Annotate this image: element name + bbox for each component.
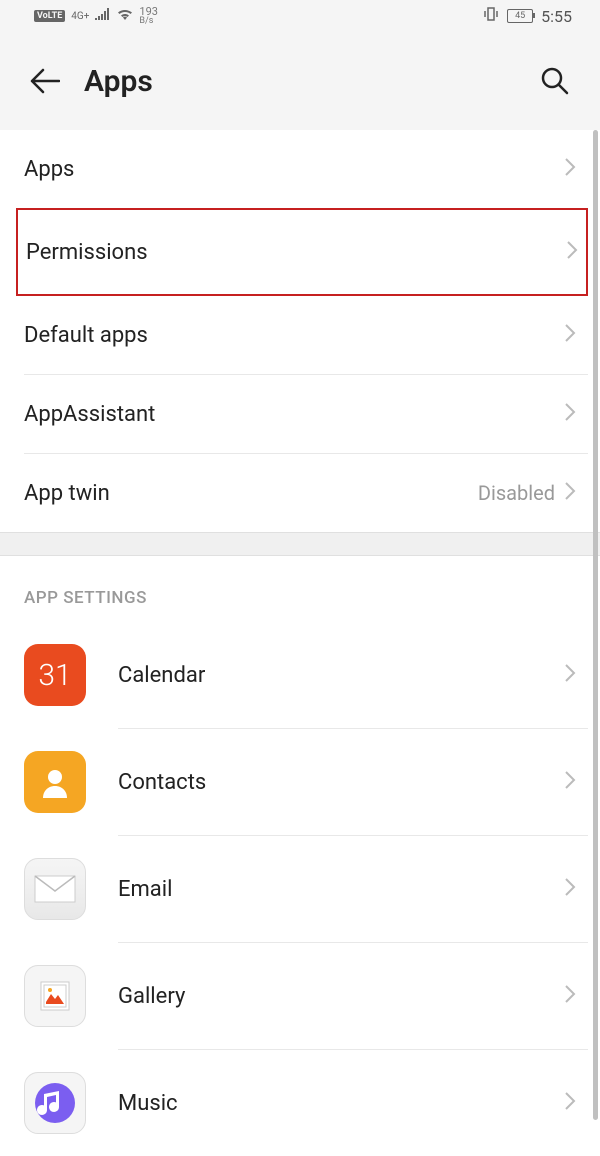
app-item-contacts[interactable]: Contacts (0, 729, 600, 835)
menu-item-apps[interactable]: Apps (0, 130, 600, 208)
wifi-icon (117, 8, 133, 24)
app-item-music[interactable]: Music (0, 1050, 600, 1156)
menu-label: AppAssistant (24, 402, 565, 427)
signal-icon (95, 8, 111, 24)
menu-label: Apps (24, 157, 565, 182)
chevron-right-icon (565, 482, 576, 504)
app-label: Music (118, 1091, 565, 1116)
chevron-right-icon (565, 664, 576, 686)
music-icon (24, 1072, 86, 1134)
menu-item-app-assistant[interactable]: AppAssistant (0, 375, 600, 453)
content-area: Apps Permissions Default apps AppAssista… (0, 130, 600, 1156)
app-item-calendar[interactable]: 31 Calendar (0, 622, 600, 728)
app-item-email[interactable]: Email (0, 836, 600, 942)
app-item-gallery[interactable]: Gallery (0, 943, 600, 1049)
back-button[interactable] (28, 64, 62, 98)
menu-item-app-twin[interactable]: App twin Disabled (0, 454, 600, 532)
scrollbar[interactable] (593, 130, 598, 1120)
app-label: Calendar (118, 663, 565, 688)
battery-indicator: 45 (507, 9, 533, 23)
section-header-app-settings: APP SETTINGS (0, 556, 600, 622)
highlight-permissions: Permissions (16, 208, 588, 296)
section-gap (0, 532, 600, 556)
chevron-right-icon (565, 985, 576, 1007)
chevron-right-icon (565, 878, 576, 900)
time-display: 5:55 (541, 7, 572, 26)
contacts-icon (24, 751, 86, 813)
chevron-right-icon (567, 241, 578, 263)
search-icon (540, 66, 570, 96)
chevron-right-icon (565, 1092, 576, 1114)
chevron-right-icon (565, 403, 576, 425)
menu-label: Permissions (26, 240, 567, 265)
chevron-right-icon (565, 771, 576, 793)
menu-value: Disabled (478, 481, 555, 505)
network-indicator: 4G+ (71, 11, 89, 22)
gallery-icon (24, 965, 86, 1027)
menu-item-permissions[interactable]: Permissions (18, 210, 586, 294)
network-speed: 193 B/s (139, 6, 158, 26)
search-button[interactable] (538, 64, 572, 98)
status-left: VoLTE 4G+ 193 B/s (34, 6, 158, 26)
menu-label: App twin (24, 481, 478, 506)
app-label: Gallery (118, 984, 565, 1009)
vibrate-icon (483, 7, 499, 25)
chevron-right-icon (565, 158, 576, 180)
back-arrow-icon (30, 68, 60, 94)
calendar-icon: 31 (24, 644, 86, 706)
app-label: Contacts (118, 770, 565, 795)
app-label: Email (118, 877, 565, 902)
page-title: Apps (84, 64, 516, 99)
volte-indicator: VoLTE (34, 10, 65, 22)
chevron-right-icon (565, 324, 576, 346)
status-right: 45 5:55 (483, 7, 572, 26)
header: Apps (0, 32, 600, 130)
status-bar: VoLTE 4G+ 193 B/s 45 5:55 (0, 0, 600, 32)
menu-label: Default apps (24, 323, 565, 348)
menu-item-default-apps[interactable]: Default apps (0, 296, 600, 374)
email-icon (24, 858, 86, 920)
